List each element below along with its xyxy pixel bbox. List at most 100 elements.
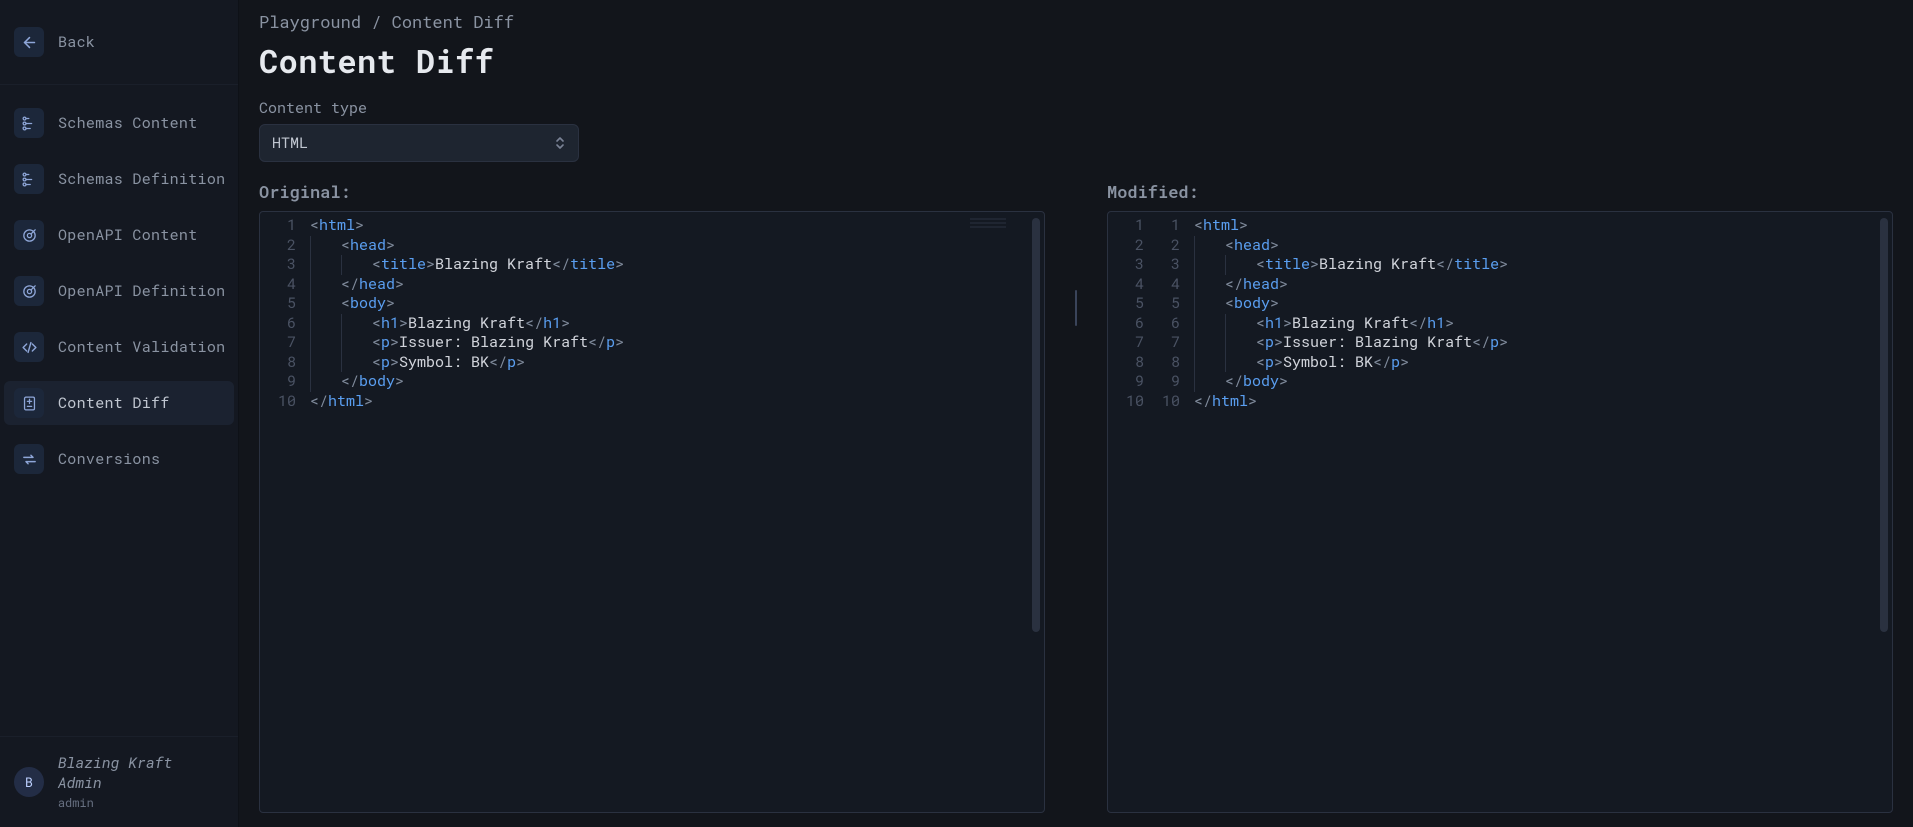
- pane-modified: Modified: 11<html>22<head>33<title>Blazi…: [1107, 180, 1893, 813]
- code-content: <head>: [1190, 236, 1279, 256]
- target-icon: [14, 220, 44, 250]
- line-number: 8: [260, 353, 306, 373]
- code-content: <h1>Blazing Kraft</h1>: [1190, 314, 1454, 334]
- pane-original: Original: 1<html>2<head>3<title>Blazing …: [259, 180, 1045, 813]
- content-type-value: HTML: [272, 133, 308, 153]
- app-root: Back Schemas Content Schemas Definition: [0, 0, 1913, 827]
- sidebar-item-openapi-content[interactable]: OpenAPI Content: [4, 213, 234, 257]
- code-content: <title>Blazing Kraft</title>: [1190, 255, 1508, 275]
- sidebar-item-label: Content Validation: [58, 337, 225, 357]
- code-content: <body>: [1190, 294, 1279, 314]
- line-number: 5: [1108, 294, 1154, 314]
- page-title: Content Diff: [259, 39, 1893, 82]
- modified-label: Modified:: [1107, 180, 1893, 203]
- line-number-secondary: 2: [1154, 236, 1190, 256]
- line-number: 6: [1108, 314, 1154, 334]
- code-content: </head>: [306, 275, 404, 295]
- code-content: </html>: [1190, 392, 1257, 412]
- line-number: 10: [260, 392, 306, 412]
- code-line[interactable]: 10</html>: [260, 392, 1044, 412]
- line-number-secondary: 3: [1154, 255, 1190, 275]
- sidebar: Back Schemas Content Schemas Definition: [0, 0, 239, 827]
- swap-icon: [14, 444, 44, 474]
- sidebar-item-schemas-definition[interactable]: Schemas Definition: [4, 157, 234, 201]
- code-line[interactable]: 99</body>: [1108, 372, 1892, 392]
- user-name: Blazing Kraft Admin: [58, 753, 224, 793]
- sidebar-back[interactable]: Back: [4, 20, 234, 64]
- code-line[interactable]: 4</head>: [260, 275, 1044, 295]
- code-line[interactable]: 66<h1>Blazing Kraft</h1>: [1108, 314, 1892, 334]
- code-line[interactable]: 8<p>Symbol: BK</p>: [260, 353, 1044, 373]
- content-type-select[interactable]: HTML: [259, 124, 579, 162]
- code-content: <p>Symbol: BK</p>: [1190, 353, 1409, 373]
- code-line[interactable]: 77<p>Issuer: Blazing Kraft</p>: [1108, 333, 1892, 353]
- arrow-left-icon: [14, 27, 44, 57]
- line-number: 9: [1108, 372, 1154, 392]
- editor-original[interactable]: 1<html>2<head>3<title>Blazing Kraft</tit…: [259, 211, 1045, 813]
- line-number: 2: [260, 236, 306, 256]
- code-line[interactable]: 1<html>: [260, 216, 1044, 236]
- diff-icon: [14, 388, 44, 418]
- line-number: 7: [260, 333, 306, 353]
- scrollbar[interactable]: [1030, 216, 1042, 808]
- editor-modified[interactable]: 11<html>22<head>33<title>Blazing Kraft</…: [1107, 211, 1893, 813]
- sidebar-item-conversions[interactable]: Conversions: [4, 437, 234, 481]
- code-line[interactable]: 6<h1>Blazing Kraft</h1>: [260, 314, 1044, 334]
- line-number-secondary: 7: [1154, 333, 1190, 353]
- code-line[interactable]: 55<body>: [1108, 294, 1892, 314]
- code-content: <body>: [306, 294, 395, 314]
- line-number-secondary: 5: [1154, 294, 1190, 314]
- sidebar-item-schemas-content[interactable]: Schemas Content: [4, 101, 234, 145]
- avatar: B: [14, 767, 44, 797]
- code-line[interactable]: 22<head>: [1108, 236, 1892, 256]
- code-line[interactable]: 7<p>Issuer: Blazing Kraft</p>: [260, 333, 1044, 353]
- code-line[interactable]: 33<title>Blazing Kraft</title>: [1108, 255, 1892, 275]
- scrollbar[interactable]: [1878, 216, 1890, 808]
- line-number: 2: [1108, 236, 1154, 256]
- line-number-secondary: 8: [1154, 353, 1190, 373]
- line-number: 4: [260, 275, 306, 295]
- sidebar-item-content-validation[interactable]: Content Validation: [4, 325, 234, 369]
- line-number: 3: [1108, 255, 1154, 275]
- code-content: <html>: [306, 216, 364, 236]
- sidebar-item-content-diff[interactable]: Content Diff: [4, 381, 234, 425]
- code-line[interactable]: 3<title>Blazing Kraft</title>: [260, 255, 1044, 275]
- tree-icon: [14, 108, 44, 138]
- code-line[interactable]: 2<head>: [260, 236, 1044, 256]
- sidebar-item-label: Schemas Definition: [58, 169, 225, 189]
- sidebar-item-label: OpenAPI Content: [58, 225, 198, 245]
- code-content: <head>: [306, 236, 395, 256]
- pane-splitter[interactable]: [1073, 180, 1079, 813]
- code-line[interactable]: 44</head>: [1108, 275, 1892, 295]
- line-number: 1: [1108, 216, 1154, 236]
- line-number-secondary: 6: [1154, 314, 1190, 334]
- sidebar-item-openapi-definition[interactable]: OpenAPI Definition: [4, 269, 234, 313]
- code-content: </body>: [306, 372, 404, 392]
- line-number-secondary: 1: [1154, 216, 1190, 236]
- code-line[interactable]: 88<p>Symbol: BK</p>: [1108, 353, 1892, 373]
- sidebar-item-label: Content Diff: [58, 393, 170, 413]
- line-number: 3: [260, 255, 306, 275]
- sidebar-item-label: OpenAPI Definition: [58, 281, 225, 301]
- sidebar-item-label: Conversions: [58, 449, 160, 469]
- line-number: 1: [260, 216, 306, 236]
- chevron-up-down-icon: [554, 135, 566, 151]
- code-line[interactable]: 1010</html>: [1108, 392, 1892, 412]
- breadcrumb[interactable]: Playground / Content Diff: [259, 10, 1893, 33]
- line-number: 9: [260, 372, 306, 392]
- sidebar-nav: Schemas Content Schemas Definition OpenA…: [0, 84, 238, 737]
- sidebar-user[interactable]: B Blazing Kraft Admin admin: [4, 745, 234, 819]
- code-line[interactable]: 9</body>: [260, 372, 1044, 392]
- code-content: </head>: [1190, 275, 1288, 295]
- content-type-label: Content type: [259, 98, 1893, 118]
- split-panes: Original: 1<html>2<head>3<title>Blazing …: [259, 180, 1893, 813]
- line-number-secondary: 9: [1154, 372, 1190, 392]
- code-line[interactable]: 5<body>: [260, 294, 1044, 314]
- code-content: <p>Symbol: BK</p>: [306, 353, 525, 373]
- code-content: </html>: [306, 392, 373, 412]
- line-number: 7: [1108, 333, 1154, 353]
- code-content: <title>Blazing Kraft</title>: [306, 255, 624, 275]
- code-line[interactable]: 11<html>: [1108, 216, 1892, 236]
- code-icon: [14, 332, 44, 362]
- line-number-secondary: 10: [1154, 392, 1190, 412]
